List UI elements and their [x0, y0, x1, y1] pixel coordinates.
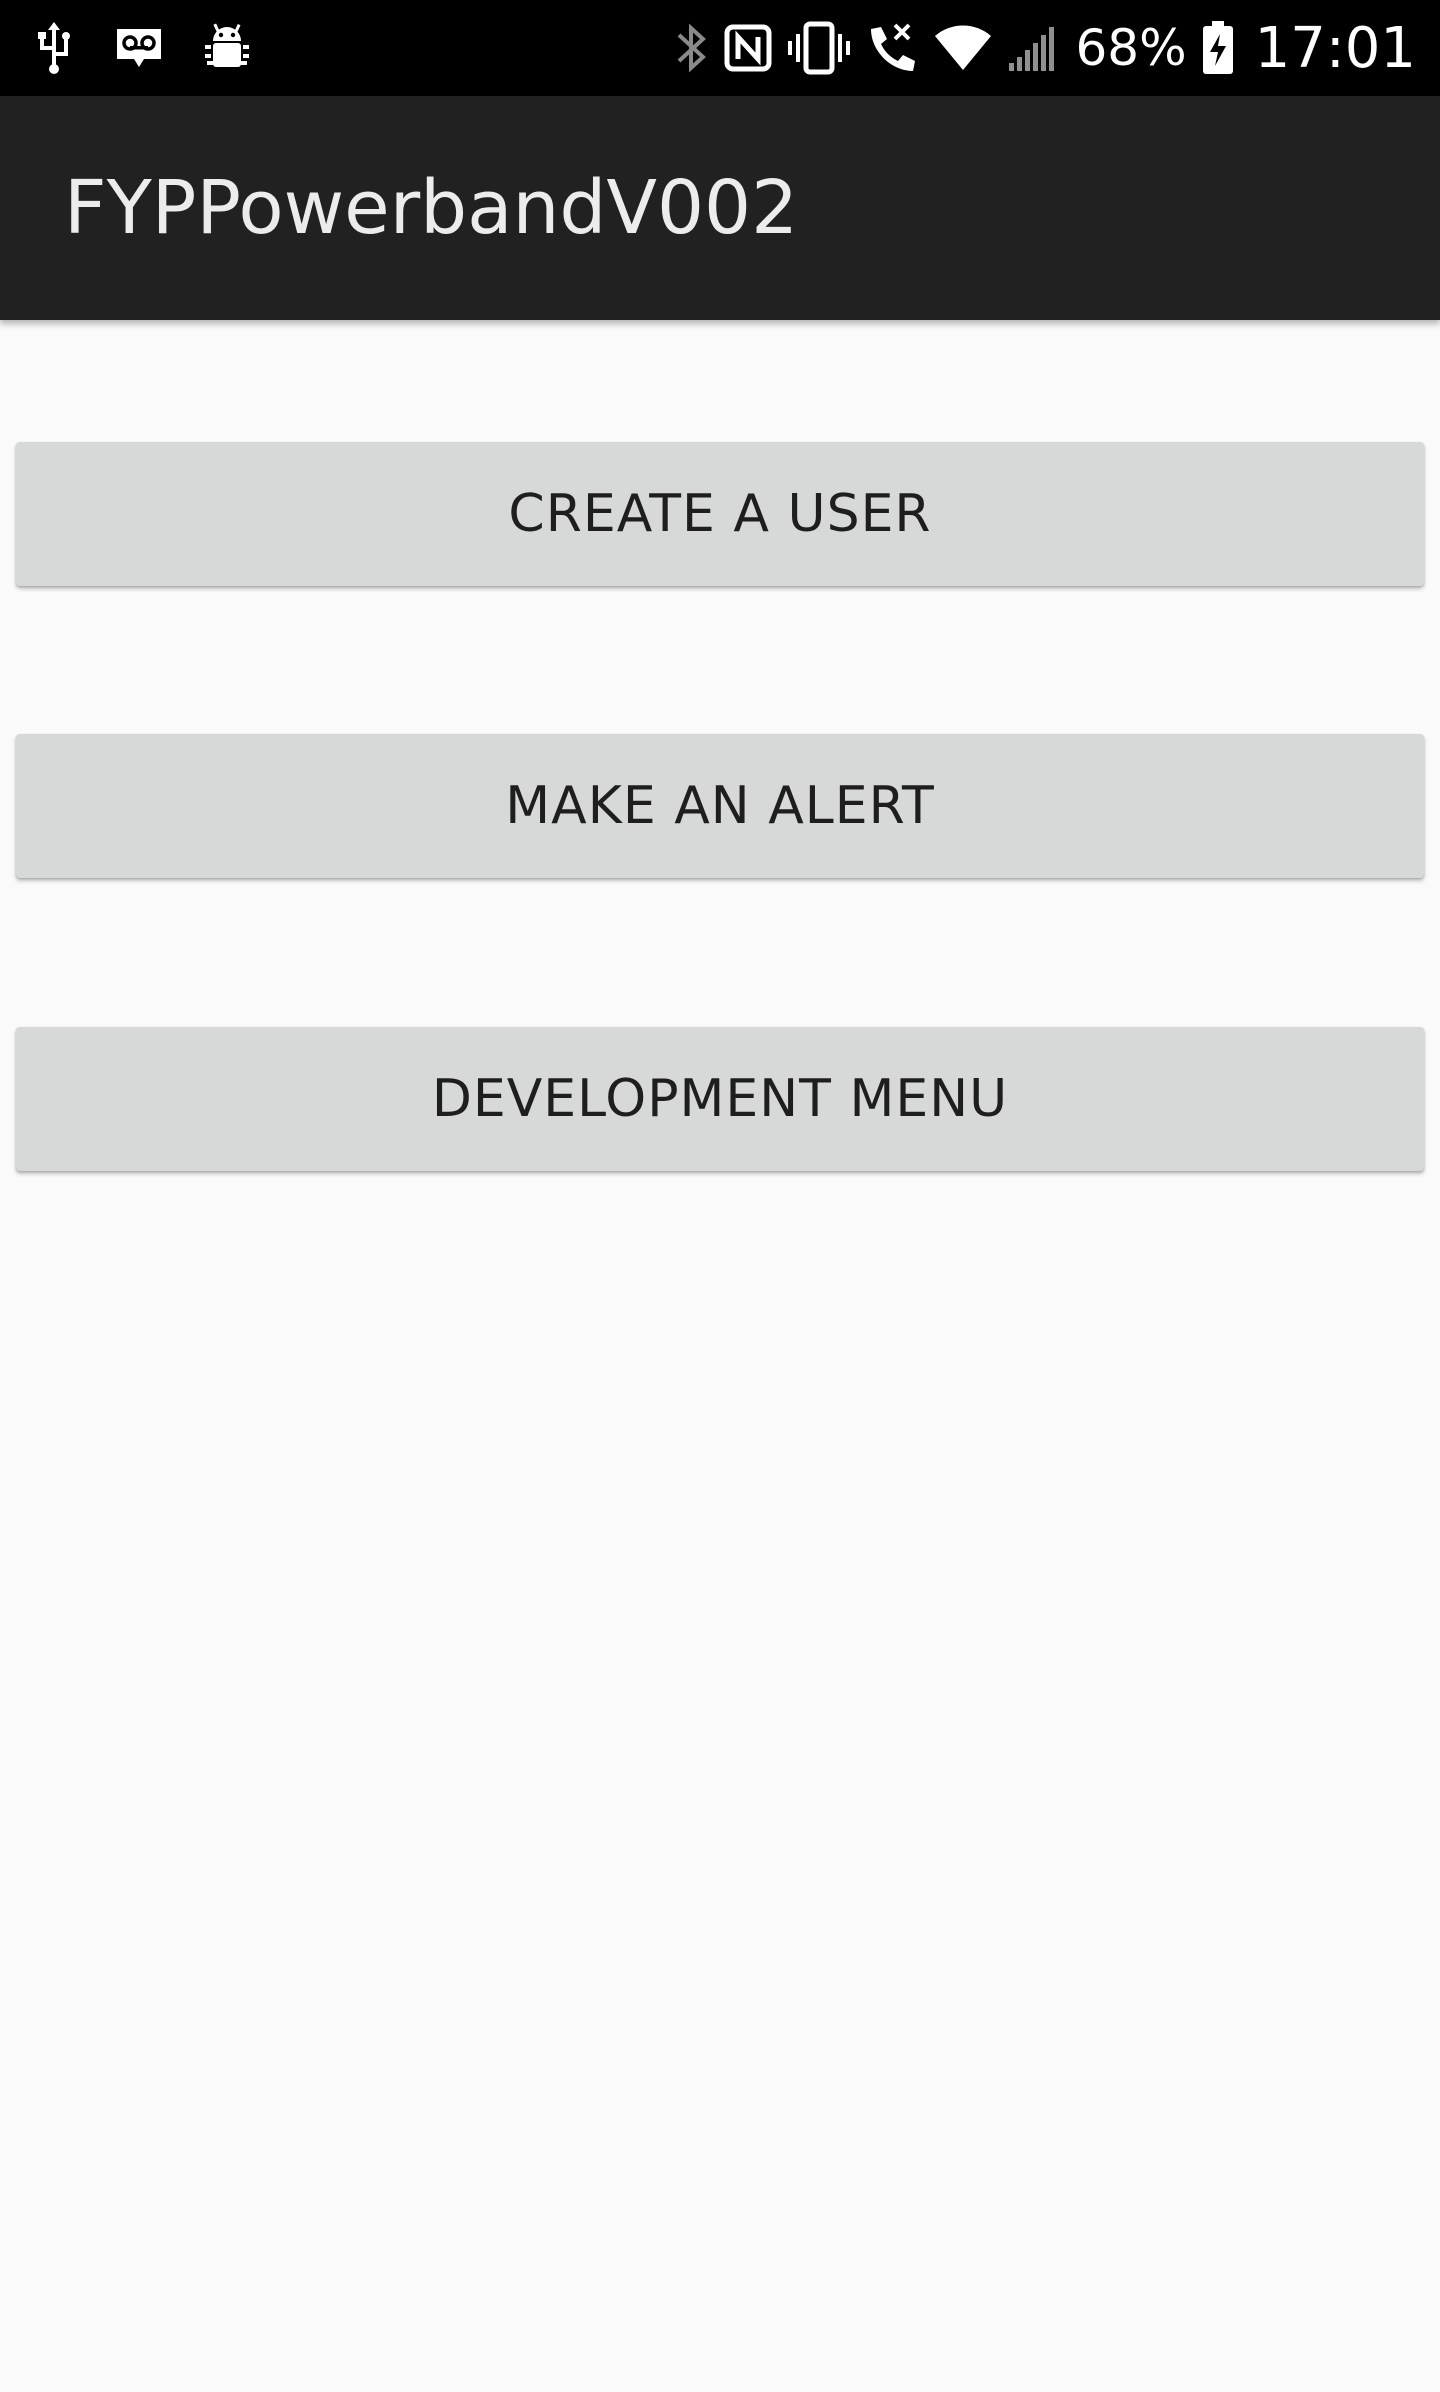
bluetooth-icon [678, 23, 707, 73]
development-menu-button[interactable]: DEVELOPMENT MENU [16, 1027, 1424, 1171]
clock: 17:01 [1254, 15, 1416, 81]
status-bar-notifications [34, 20, 250, 76]
wifi-icon [935, 25, 992, 70]
status-bar: 68% 17:01 [0, 0, 1440, 96]
vibrate-icon [788, 21, 851, 75]
usb-icon [38, 22, 70, 74]
app-bar: FYPPowerbandV002 [0, 96, 1440, 320]
voicemail-icon [117, 29, 161, 67]
signal-icon [1009, 27, 1055, 71]
create-user-button[interactable]: CREATE A USER [16, 442, 1424, 586]
battery-charging-icon [1202, 21, 1233, 74]
wifi-calling-icon [871, 23, 916, 71]
make-alert-button[interactable]: MAKE AN ALERT [16, 734, 1424, 878]
app-title: FYPPowerbandV002 [64, 165, 799, 251]
status-bar-system: 68% 17:01 [675, 14, 1416, 82]
nfc-icon [724, 24, 772, 72]
battery-percent: 68% [1075, 19, 1187, 77]
android-debug-icon [205, 23, 249, 67]
